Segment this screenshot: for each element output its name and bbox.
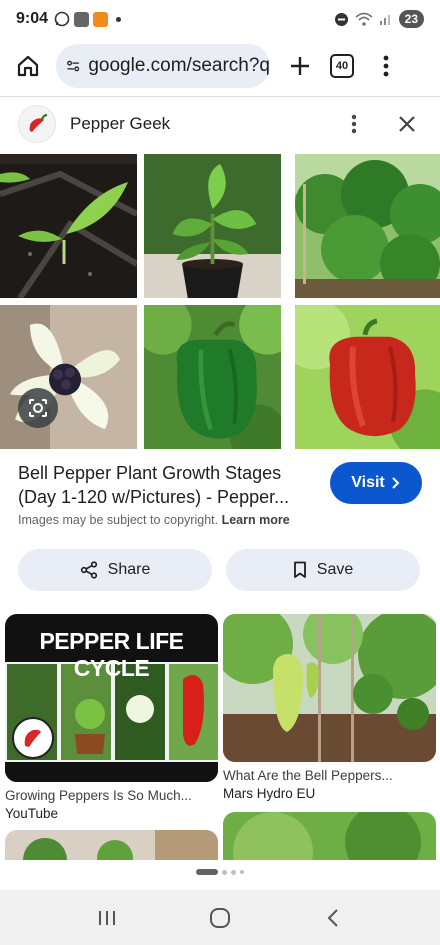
address-bar[interactable]: google.com/search?q xyxy=(56,44,270,88)
save-button[interactable]: Save xyxy=(226,549,420,591)
battery-level: 23 xyxy=(398,10,424,28)
screen: 9:04 23 google.com/search?q 40 Pepper Ge… xyxy=(0,0,440,945)
red-bell-pepper-image[interactable] xyxy=(295,305,440,449)
system-nav-bar xyxy=(0,890,440,945)
more-vert-icon xyxy=(383,55,389,77)
dnd-icon xyxy=(334,12,348,26)
pepper-flower-image[interactable] xyxy=(0,305,137,449)
save-label: Save xyxy=(316,561,354,578)
new-tab-button[interactable] xyxy=(284,48,316,84)
carousel-indicator xyxy=(0,869,440,875)
signal-icon xyxy=(379,15,390,25)
more-notifications-dot xyxy=(116,16,122,22)
browser-menu-button[interactable] xyxy=(376,48,396,84)
source-more-button[interactable] xyxy=(344,109,364,139)
wifi-icon xyxy=(355,12,373,26)
related-thumbnail[interactable] xyxy=(223,614,436,762)
young-plant-pot-image[interactable] xyxy=(144,154,281,298)
visit-label: Visit xyxy=(351,474,385,491)
green-bell-pepper-image[interactable] xyxy=(144,305,281,449)
learn-more-link[interactable]: Learn more xyxy=(222,513,290,527)
notification-icons xyxy=(54,11,122,27)
back-button[interactable] xyxy=(313,898,353,938)
more-vert-icon xyxy=(351,114,357,134)
recents-icon xyxy=(98,910,115,925)
share-label: Share xyxy=(107,561,151,578)
close-button[interactable] xyxy=(392,109,422,139)
share-icon xyxy=(80,561,97,579)
home-nav-button[interactable] xyxy=(200,898,240,938)
recents-button[interactable] xyxy=(87,898,127,938)
related-result-card[interactable]: PEPPER LIFE CYCLE Growing Peppers Is So … xyxy=(5,614,218,821)
status-bar: 9:04 23 xyxy=(0,0,440,38)
home-nav-icon xyxy=(209,907,230,928)
status-time: 9:04 xyxy=(16,10,49,27)
seedling-tray-image[interactable] xyxy=(0,154,137,298)
back-icon xyxy=(327,908,339,927)
home-icon xyxy=(17,55,39,77)
visit-button[interactable]: Visit xyxy=(330,462,422,504)
related-source: YouTube xyxy=(5,806,59,821)
site-settings-icon xyxy=(67,60,80,72)
pepper-logo-icon xyxy=(29,113,48,132)
copyright-text: Images may be subject to copyright. xyxy=(18,513,219,527)
plus-icon xyxy=(291,57,309,75)
pepper-plants-greenhouse-image[interactable] xyxy=(295,154,440,298)
close-icon xyxy=(399,116,415,132)
lens-icon xyxy=(29,399,47,417)
share-button[interactable]: Share xyxy=(18,549,212,591)
google-lens-button[interactable] xyxy=(18,388,58,428)
bookmark-icon xyxy=(293,561,306,578)
system-icons: 23 xyxy=(334,10,424,28)
source-logo[interactable] xyxy=(18,105,56,143)
related-thumbnail-partial[interactable] xyxy=(223,812,436,860)
copyright-notice: Images may be subject to copyright. Lear… xyxy=(18,513,290,527)
result-title[interactable]: Bell Pepper Plant Growth Stages (Day 1-1… xyxy=(18,461,308,509)
browser-toolbar: google.com/search?q 40 xyxy=(0,38,440,94)
thumb-heading: PEPPER LIFE CYCLE xyxy=(39,628,184,681)
whatsapp-icon xyxy=(54,11,70,27)
home-button[interactable] xyxy=(10,48,46,84)
app-notification-icon-2 xyxy=(93,11,109,27)
related-thumbnail-partial[interactable] xyxy=(5,830,218,860)
app-notification-icon xyxy=(74,11,90,27)
tab-switcher-button[interactable]: 40 xyxy=(330,54,354,78)
carousel-dot xyxy=(240,870,244,874)
url-text: google.com/search?q xyxy=(88,55,270,76)
source-header: Pepper Geek xyxy=(0,101,440,147)
related-title[interactable]: What Are the Bell Peppers... xyxy=(223,768,436,783)
related-title[interactable]: Growing Peppers Is So Much... xyxy=(5,788,218,803)
related-thumbnail[interactable]: PEPPER LIFE CYCLE xyxy=(5,614,218,782)
carousel-dot-active xyxy=(196,869,218,875)
image-preview-grid[interactable] xyxy=(0,154,440,450)
related-source: Mars Hydro EU xyxy=(223,786,316,801)
chevron-right-icon xyxy=(392,477,400,489)
source-name[interactable]: Pepper Geek xyxy=(70,114,170,134)
toolbar-divider xyxy=(0,96,440,97)
carousel-dot xyxy=(231,869,236,875)
carousel-dot xyxy=(222,869,227,875)
related-result-card[interactable]: What Are the Bell Peppers... Mars Hydro … xyxy=(223,614,436,801)
